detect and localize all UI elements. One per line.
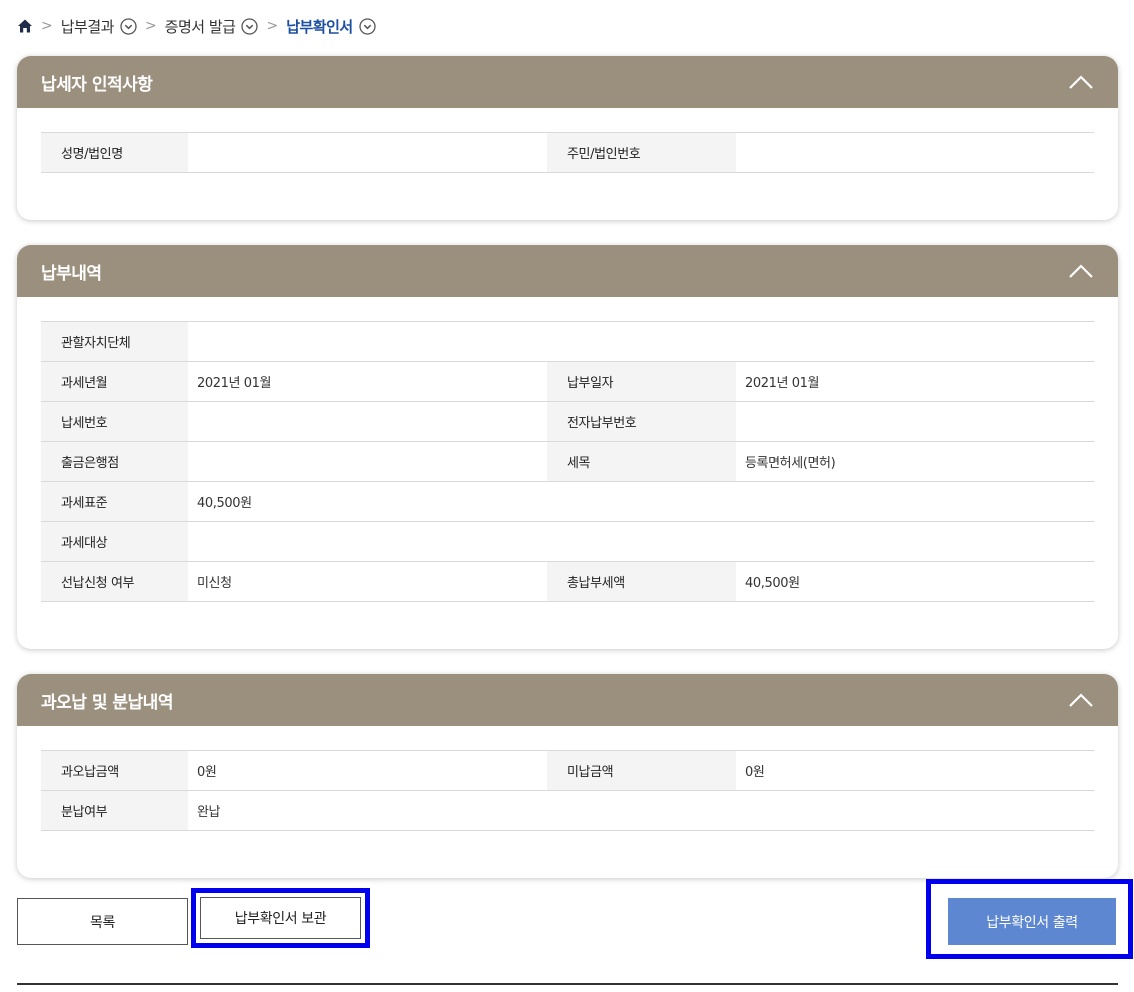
tax-year-label: 과세년월 [41,361,188,402]
resident-number-label: 주민/법인번호 [547,132,736,173]
total-tax-label: 총납부세액 [547,561,736,602]
installment-panel: 과오납 및 분납내역 과오납금액 0원 미납금액 0원 분납여부 완납 [17,674,1118,878]
installment-status-label: 분납여부 [41,790,188,831]
tax-item-value: 등록면허세(면허) [736,441,1094,482]
home-icon[interactable] [17,18,33,34]
resident-number-value [736,132,1094,173]
tax-target-value [188,521,1094,562]
installment-table: 과오납금액 0원 미납금액 0원 분납여부 완납 [41,750,1094,831]
tax-number-label: 납세번호 [41,401,188,442]
print-certificate-button[interactable]: 납부확인서 출력 [948,898,1116,945]
chevron-right-icon: > [41,18,53,34]
tax-item-label: 세목 [547,441,736,482]
epay-number-value [736,401,1094,442]
table-row: 과세대상 [41,521,1094,562]
save-button-highlight: 납부확인서 보관 [191,888,370,948]
panel-title: 납세자 인적사항 [41,74,153,95]
table-row: 분납여부 완납 [41,790,1094,831]
table-row: 관할자치단체 [41,321,1094,362]
chevron-down-circle-icon[interactable] [241,17,259,35]
tax-base-label: 과세표준 [41,481,188,522]
print-button-highlight: 납부확인서 출력 [926,879,1133,959]
save-certificate-button[interactable]: 납부확인서 보관 [200,897,361,939]
prepay-label: 선납신청 여부 [41,561,188,602]
breadcrumb: > 납부결과 > 증명서 발급 > 납부확인서 [17,14,376,38]
overpaid-value: 0원 [188,750,547,791]
tax-number-value [188,401,547,442]
tax-base-value: 40,500원 [188,481,1094,522]
breadcrumb-item-payment-result[interactable]: 납부결과 [61,16,137,37]
breadcrumb-label: 증명서 발급 [164,17,236,36]
name-label: 성명/법인명 [41,132,188,173]
chevron-right-icon: > [266,18,279,34]
breadcrumb-label: 납부결과 [60,17,115,36]
list-button[interactable]: 목록 [17,898,188,945]
unpaid-value: 0원 [736,750,1094,791]
table-row: 출금은행점 세목 등록면허세(면허) [41,441,1094,482]
pay-date-value: 2021년 01월 [736,361,1094,402]
table-row: 선납신청 여부 미신청 총납부세액 40,500원 [41,561,1094,602]
chevron-right-icon: > [144,18,157,34]
collapse-icon[interactable] [1068,69,1094,95]
payment-panel: 납부내역 관할자치단체 과세년월 2021년 01월 납부일자 2021년 01… [17,245,1118,649]
collapse-icon[interactable] [1068,258,1094,284]
tax-year-value: 2021년 01월 [188,361,547,402]
table-row: 과세표준 40,500원 [41,481,1094,522]
unpaid-label: 미납금액 [547,750,736,791]
chevron-down-circle-icon[interactable] [359,17,376,35]
authority-label: 관할자치단체 [41,321,188,362]
bank-label: 출금은행점 [41,441,188,482]
total-tax-value: 40,500원 [736,561,1094,602]
panel-header: 납세자 인적사항 [17,56,1118,108]
pay-date-label: 납부일자 [547,361,736,402]
collapse-icon[interactable] [1068,687,1094,713]
overpaid-label: 과오납금액 [41,750,188,791]
table-row: 성명/법인명 주민/법인번호 [41,132,1094,173]
epay-number-label: 전자납부번호 [547,401,736,442]
authority-value [188,321,1094,362]
table-row: 납세번호 전자납부번호 [41,401,1094,442]
installment-status-value: 완납 [188,790,1094,831]
panel-title: 과오납 및 분납내역 [41,692,173,713]
tax-target-label: 과세대상 [41,521,188,562]
prepay-value: 미신청 [188,561,547,602]
name-value [188,132,547,173]
panel-header: 납부내역 [17,245,1118,297]
footer-divider [17,983,1118,985]
table-row: 과세년월 2021년 01월 납부일자 2021년 01월 [41,361,1094,402]
taxpayer-panel: 납세자 인적사항 성명/법인명 주민/법인번호 [17,56,1118,220]
panel-header: 과오납 및 분납내역 [17,674,1118,726]
breadcrumb-label: 납부확인서 [286,17,353,36]
breadcrumb-item-certificate[interactable]: 증명서 발급 [165,16,259,37]
bank-value [188,441,547,482]
payment-table: 관할자치단체 과세년월 2021년 01월 납부일자 2021년 01월 납세번… [41,321,1094,602]
taxpayer-table: 성명/법인명 주민/법인번호 [41,132,1094,173]
table-row: 과오납금액 0원 미납금액 0원 [41,750,1094,791]
panel-title: 납부내역 [41,263,102,284]
chevron-down-circle-icon[interactable] [120,17,137,35]
breadcrumb-item-current[interactable]: 납부확인서 [286,16,376,37]
